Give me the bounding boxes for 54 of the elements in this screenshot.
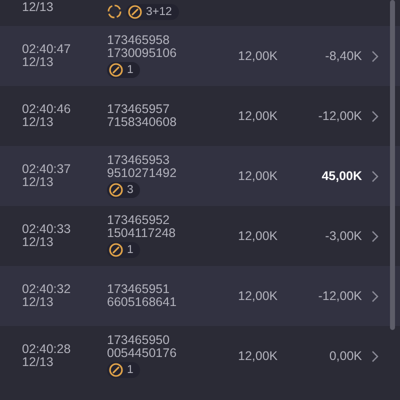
bet-amount: 12,00K xyxy=(237,110,279,122)
round-id-text: 0054450176 xyxy=(107,347,178,360)
chevron-right-icon[interactable] xyxy=(371,110,379,122)
round-id-text: 1730095106 xyxy=(107,47,178,60)
bet-amount: 12,00K xyxy=(237,290,279,302)
date-text: 12/13 xyxy=(22,56,54,69)
chevron-right-icon[interactable] xyxy=(371,290,379,302)
count-badge: 1 xyxy=(107,242,140,258)
chevron-right-icon[interactable] xyxy=(371,170,379,182)
date-text: 12/13 xyxy=(22,236,54,249)
result-amount: -12,00K xyxy=(317,290,362,302)
result-amount: -12,00K xyxy=(317,110,362,122)
bet-amount: 12,00K xyxy=(237,350,279,362)
round-id-text: 173465951 xyxy=(107,283,171,296)
count-badge: 1 xyxy=(107,362,140,378)
round-id-text: 6605168641 xyxy=(107,296,178,309)
round-id-text: 173465958 xyxy=(107,34,171,47)
time-text: 02:40:28 xyxy=(22,343,72,356)
round-id-text: 173465952 xyxy=(107,214,171,227)
chevron-right-icon[interactable] xyxy=(371,50,379,62)
date-text: 12/13 xyxy=(22,1,54,14)
round-id-text: 173465950 xyxy=(107,334,171,347)
bet-amount: 12,00K xyxy=(237,50,279,62)
ball-icon xyxy=(109,183,123,197)
result-amount: -8,40K xyxy=(324,50,362,62)
scrollbar[interactable] xyxy=(390,0,395,330)
time-text: 02:40:32 xyxy=(22,283,72,296)
round-id-text: 173465957 xyxy=(107,103,171,116)
ball-icon xyxy=(109,63,123,77)
time-text: 02:40:47 xyxy=(22,43,72,56)
round-id-text: 7158340608 xyxy=(107,116,178,129)
result-amount: -3,00K xyxy=(324,230,362,242)
ball-icon xyxy=(109,243,123,257)
date-text: 12/13 xyxy=(22,296,54,309)
count-badge: 3 xyxy=(107,182,140,198)
result-amount: 45,00K xyxy=(320,170,362,182)
ball-icon xyxy=(128,5,142,19)
date-text: 12/13 xyxy=(22,116,54,129)
bet-amount: 12,00K xyxy=(237,170,279,182)
ball-icon xyxy=(109,363,123,377)
time-text: 02:40:46 xyxy=(22,103,72,116)
round-id-text: 1504117248 xyxy=(107,227,177,240)
round-id-text: 9510271492 xyxy=(107,167,178,180)
chevron-right-icon[interactable] xyxy=(371,230,379,242)
bet-amount: 12,00K xyxy=(237,230,279,242)
count-badge: 3+12 xyxy=(126,4,179,20)
result-amount: 0,00K xyxy=(328,350,362,362)
count-badge: 1 xyxy=(107,62,140,78)
chevron-right-icon[interactable] xyxy=(371,350,379,362)
round-id-text: 173465953 xyxy=(107,154,171,167)
time-text: 02:40:33 xyxy=(22,223,72,236)
date-text: 12/13 xyxy=(22,176,54,189)
time-text: 02:40:37 xyxy=(22,163,72,176)
date-text: 12/13 xyxy=(22,356,54,369)
